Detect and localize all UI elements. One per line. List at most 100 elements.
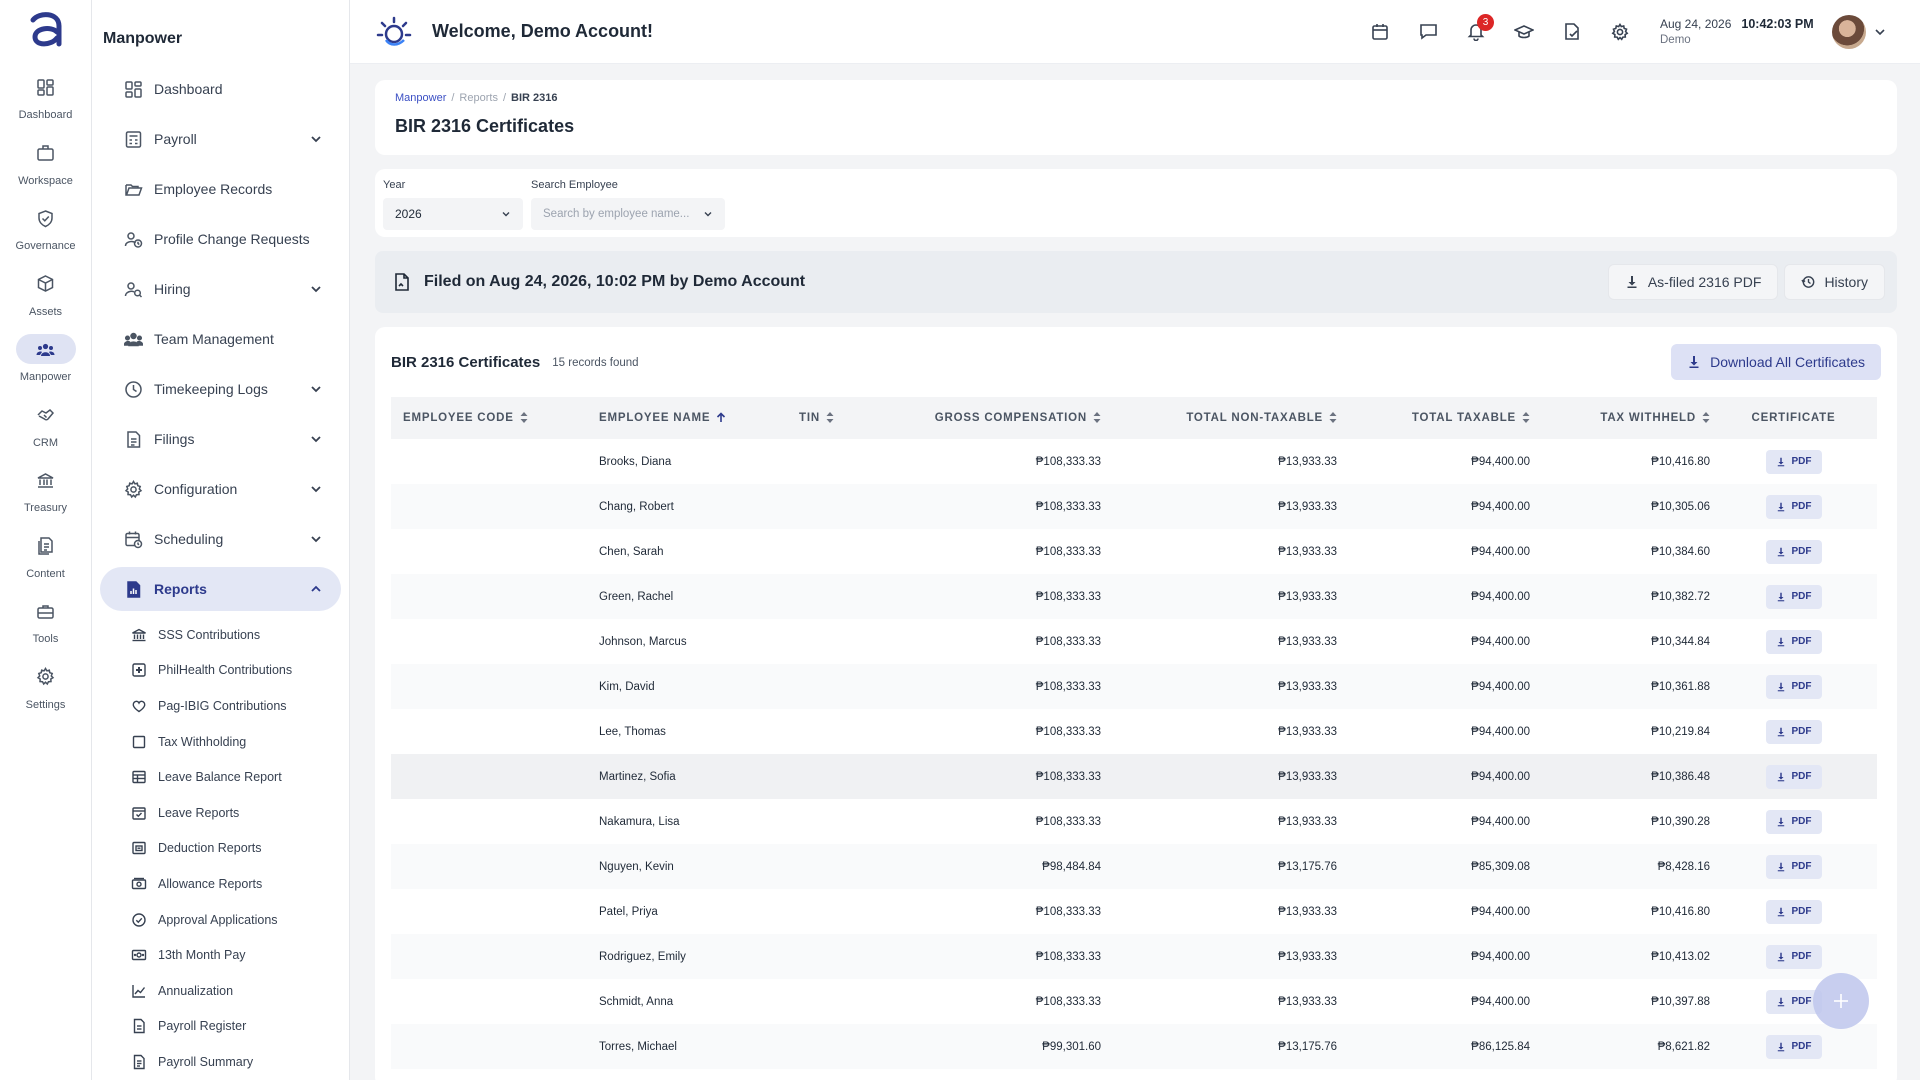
pdf-download-button[interactable]: PDF [1765, 449, 1822, 474]
rail-item-content[interactable]: Content [0, 523, 91, 589]
as-filed-pdf-button[interactable]: As-filed 2316 PDF [1607, 264, 1779, 300]
cell-employee-code [391, 484, 587, 529]
sidebar-item-payroll[interactable]: Payroll [100, 117, 341, 161]
rail-item-settings[interactable]: Settings [0, 654, 91, 720]
user-avatar[interactable] [1832, 14, 1866, 49]
col-employee-code[interactable]: EMPLOYEE CODE [391, 397, 587, 439]
chat-icon[interactable] [1404, 12, 1452, 52]
rail-item-assets[interactable]: Assets [0, 261, 91, 327]
calendar-icon[interactable] [1356, 12, 1404, 52]
sidebar-item-reports[interactable]: Reports [100, 567, 341, 611]
chevron-down-icon[interactable] [309, 282, 323, 296]
pdf-download-button[interactable]: PDF [1765, 494, 1822, 519]
rail-item-workspace[interactable]: Workspace [0, 130, 91, 196]
pdf-download-button[interactable]: PDF [1765, 764, 1822, 789]
breadcrumb-reports[interactable]: Reports [459, 92, 498, 104]
reports-subitem-allowance-reports[interactable]: Allowance Reports [130, 866, 349, 902]
sidebar-item-dashboard[interactable]: Dashboard [100, 67, 341, 111]
chevron-down-icon[interactable] [309, 532, 323, 546]
table-row[interactable]: Rodriguez, Emily ₱108,333.33 ₱13,933.33 ₱94… [391, 934, 1877, 979]
year-select[interactable]: 2026 [383, 198, 523, 230]
rail-item-treasury[interactable]: Treasury [0, 457, 91, 523]
reports-subitem-13th-month-pay[interactable]: 13th Month Pay [130, 937, 349, 973]
col-total-non-taxable[interactable]: TOTAL NON-TAXABLE [1101, 397, 1337, 439]
table-row[interactable]: Green, Rachel ₱108,333.33 ₱13,933.33 ₱94,40… [391, 574, 1877, 619]
table-row[interactable]: Martinez, Sofia ₱108,333.33 ₱13,933.33 ₱94,… [391, 754, 1877, 799]
table-row[interactable]: Chang, Robert ₱108,333.33 ₱13,933.33 ₱94,40… [391, 484, 1877, 529]
reports-subitem-deduction-reports[interactable]: Deduction Reports [130, 831, 349, 867]
table-row[interactable]: Lee, Thomas ₱108,333.33 ₱13,933.33 ₱94,400.… [391, 709, 1877, 754]
reports-subitem-pag-ibig-contributions[interactable]: Pag-IBIG Contributions [130, 688, 349, 724]
chevron-up-icon[interactable] [309, 582, 323, 596]
pdf-download-button[interactable]: PDF [1765, 944, 1822, 969]
rail-item-dashboard[interactable]: Dashboard [0, 64, 91, 130]
sidebar-item-team-management[interactable]: Team Management [100, 317, 341, 361]
pdf-download-button[interactable]: PDF [1765, 719, 1822, 744]
reports-subitem-leave-reports[interactable]: Leave Reports [130, 795, 349, 831]
graduation-cap-icon[interactable] [1500, 12, 1548, 52]
reports-subitem-leave-balance-report[interactable]: Leave Balance Report [130, 759, 349, 795]
col-gross-compensation[interactable]: GROSS COMPENSATION [897, 397, 1101, 439]
reports-subitem-approval-applications[interactable]: Approval Applications [130, 902, 349, 938]
account-menu-chevron-icon[interactable] [1874, 26, 1886, 38]
sidebar-item-employee-records[interactable]: Employee Records [100, 167, 341, 211]
sidebar-item-configuration[interactable]: Configuration [100, 467, 341, 511]
pdf-download-button[interactable]: PDF [1765, 809, 1822, 834]
reports-subitem-tax-withholding[interactable]: Tax Withholding [130, 724, 349, 760]
chevron-down-icon[interactable] [309, 132, 323, 146]
sidebar-item-profile-change-requests[interactable]: Profile Change Requests [100, 217, 341, 261]
sidebar-item-scheduling[interactable]: Scheduling [100, 517, 341, 561]
chevron-down-icon[interactable] [309, 382, 323, 396]
table-row[interactable]: Chen, Sarah ₱108,333.33 ₱13,933.33 ₱94,400.… [391, 529, 1877, 574]
table-row[interactable]: Nguyen, Kevin ₱98,484.84 ₱13,175.76 ₱85,309… [391, 844, 1877, 889]
pdf-download-button[interactable]: PDF [1765, 539, 1822, 564]
document-check-icon[interactable] [1548, 12, 1596, 52]
table-row[interactable]: Johnson, Marcus ₱108,333.33 ₱13,933.33 ₱94,… [391, 619, 1877, 664]
pdf-download-button[interactable]: PDF [1765, 1034, 1822, 1059]
rail-item-tools[interactable]: Tools [0, 588, 91, 654]
col-employee-name[interactable]: EMPLOYEE NAME [587, 397, 787, 439]
settings-gear-icon[interactable] [1596, 12, 1644, 52]
pdf-download-button[interactable]: PDF [1765, 899, 1822, 924]
history-button[interactable]: History [1784, 264, 1885, 300]
sort-ascending-icon[interactable] [716, 412, 726, 423]
chevron-down-icon[interactable] [309, 482, 323, 496]
reports-subitem-philhealth-contributions[interactable]: PhilHealth Contributions [130, 653, 349, 689]
sort-icon[interactable] [1329, 412, 1337, 424]
table-row[interactable]: Patel, Priya ₱108,333.33 ₱13,933.33 ₱94,400… [391, 889, 1877, 934]
col-tax-withheld[interactable]: TAX WITHHELD [1530, 397, 1710, 439]
breadcrumb-manpower[interactable]: Manpower [395, 92, 446, 104]
sidebar-item-timekeeping-logs[interactable]: Timekeeping Logs [100, 367, 341, 411]
pdf-download-button[interactable]: PDF [1765, 629, 1822, 654]
pdf-download-button[interactable]: PDF [1765, 674, 1822, 699]
reports-subitem-sss-contributions[interactable]: SSS Contributions [130, 617, 349, 653]
col-tin[interactable]: TIN [787, 397, 897, 439]
table-row[interactable]: Nakamura, Lisa ₱108,333.33 ₱13,933.33 ₱94,4… [391, 799, 1877, 844]
sidebar-item-filings[interactable]: Filings [100, 417, 341, 461]
rail-item-crm[interactable]: CRM [0, 392, 91, 458]
employee-search-select[interactable]: Search by employee name... [531, 198, 725, 230]
reports-subitem-annualization[interactable]: Annualization [130, 973, 349, 1009]
table-row[interactable]: Torres, Michael ₱99,301.60 ₱13,175.76 ₱86,1… [391, 1024, 1877, 1069]
rail-item-governance[interactable]: Governance [0, 195, 91, 261]
table-row[interactable]: Schmidt, Anna ₱108,333.33 ₱13,933.33 ₱94,40… [391, 979, 1877, 1024]
chevron-down-icon[interactable] [309, 432, 323, 446]
notification-bell-icon[interactable]: 3 [1452, 12, 1500, 52]
download-all-certificates-button[interactable]: Download All Certificates [1671, 344, 1881, 380]
sort-icon[interactable] [826, 412, 834, 424]
reports-subitem-payroll-summary[interactable]: Payroll Summary [130, 1044, 349, 1080]
reports-subitem-payroll-register[interactable]: Payroll Register [130, 1009, 349, 1045]
sort-icon[interactable] [1702, 412, 1710, 424]
sort-icon[interactable] [1522, 412, 1530, 424]
floating-add-button[interactable] [1813, 973, 1869, 1029]
col-total-taxable[interactable]: TOTAL TAXABLE [1337, 397, 1530, 439]
table-row[interactable]: Brooks, Diana ₱108,333.33 ₱13,933.33 ₱94,40… [391, 439, 1877, 484]
sort-icon[interactable] [520, 412, 528, 424]
pdf-download-button[interactable]: PDF [1765, 854, 1822, 879]
app-logo[interactable] [23, 8, 69, 54]
table-row[interactable]: Kim, David ₱108,333.33 ₱13,933.33 ₱94,400.0… [391, 664, 1877, 709]
sidebar-item-hiring[interactable]: Hiring [100, 267, 341, 311]
sort-icon[interactable] [1093, 412, 1101, 424]
pdf-download-button[interactable]: PDF [1765, 584, 1822, 609]
rail-item-manpower[interactable]: Manpower [0, 326, 91, 392]
